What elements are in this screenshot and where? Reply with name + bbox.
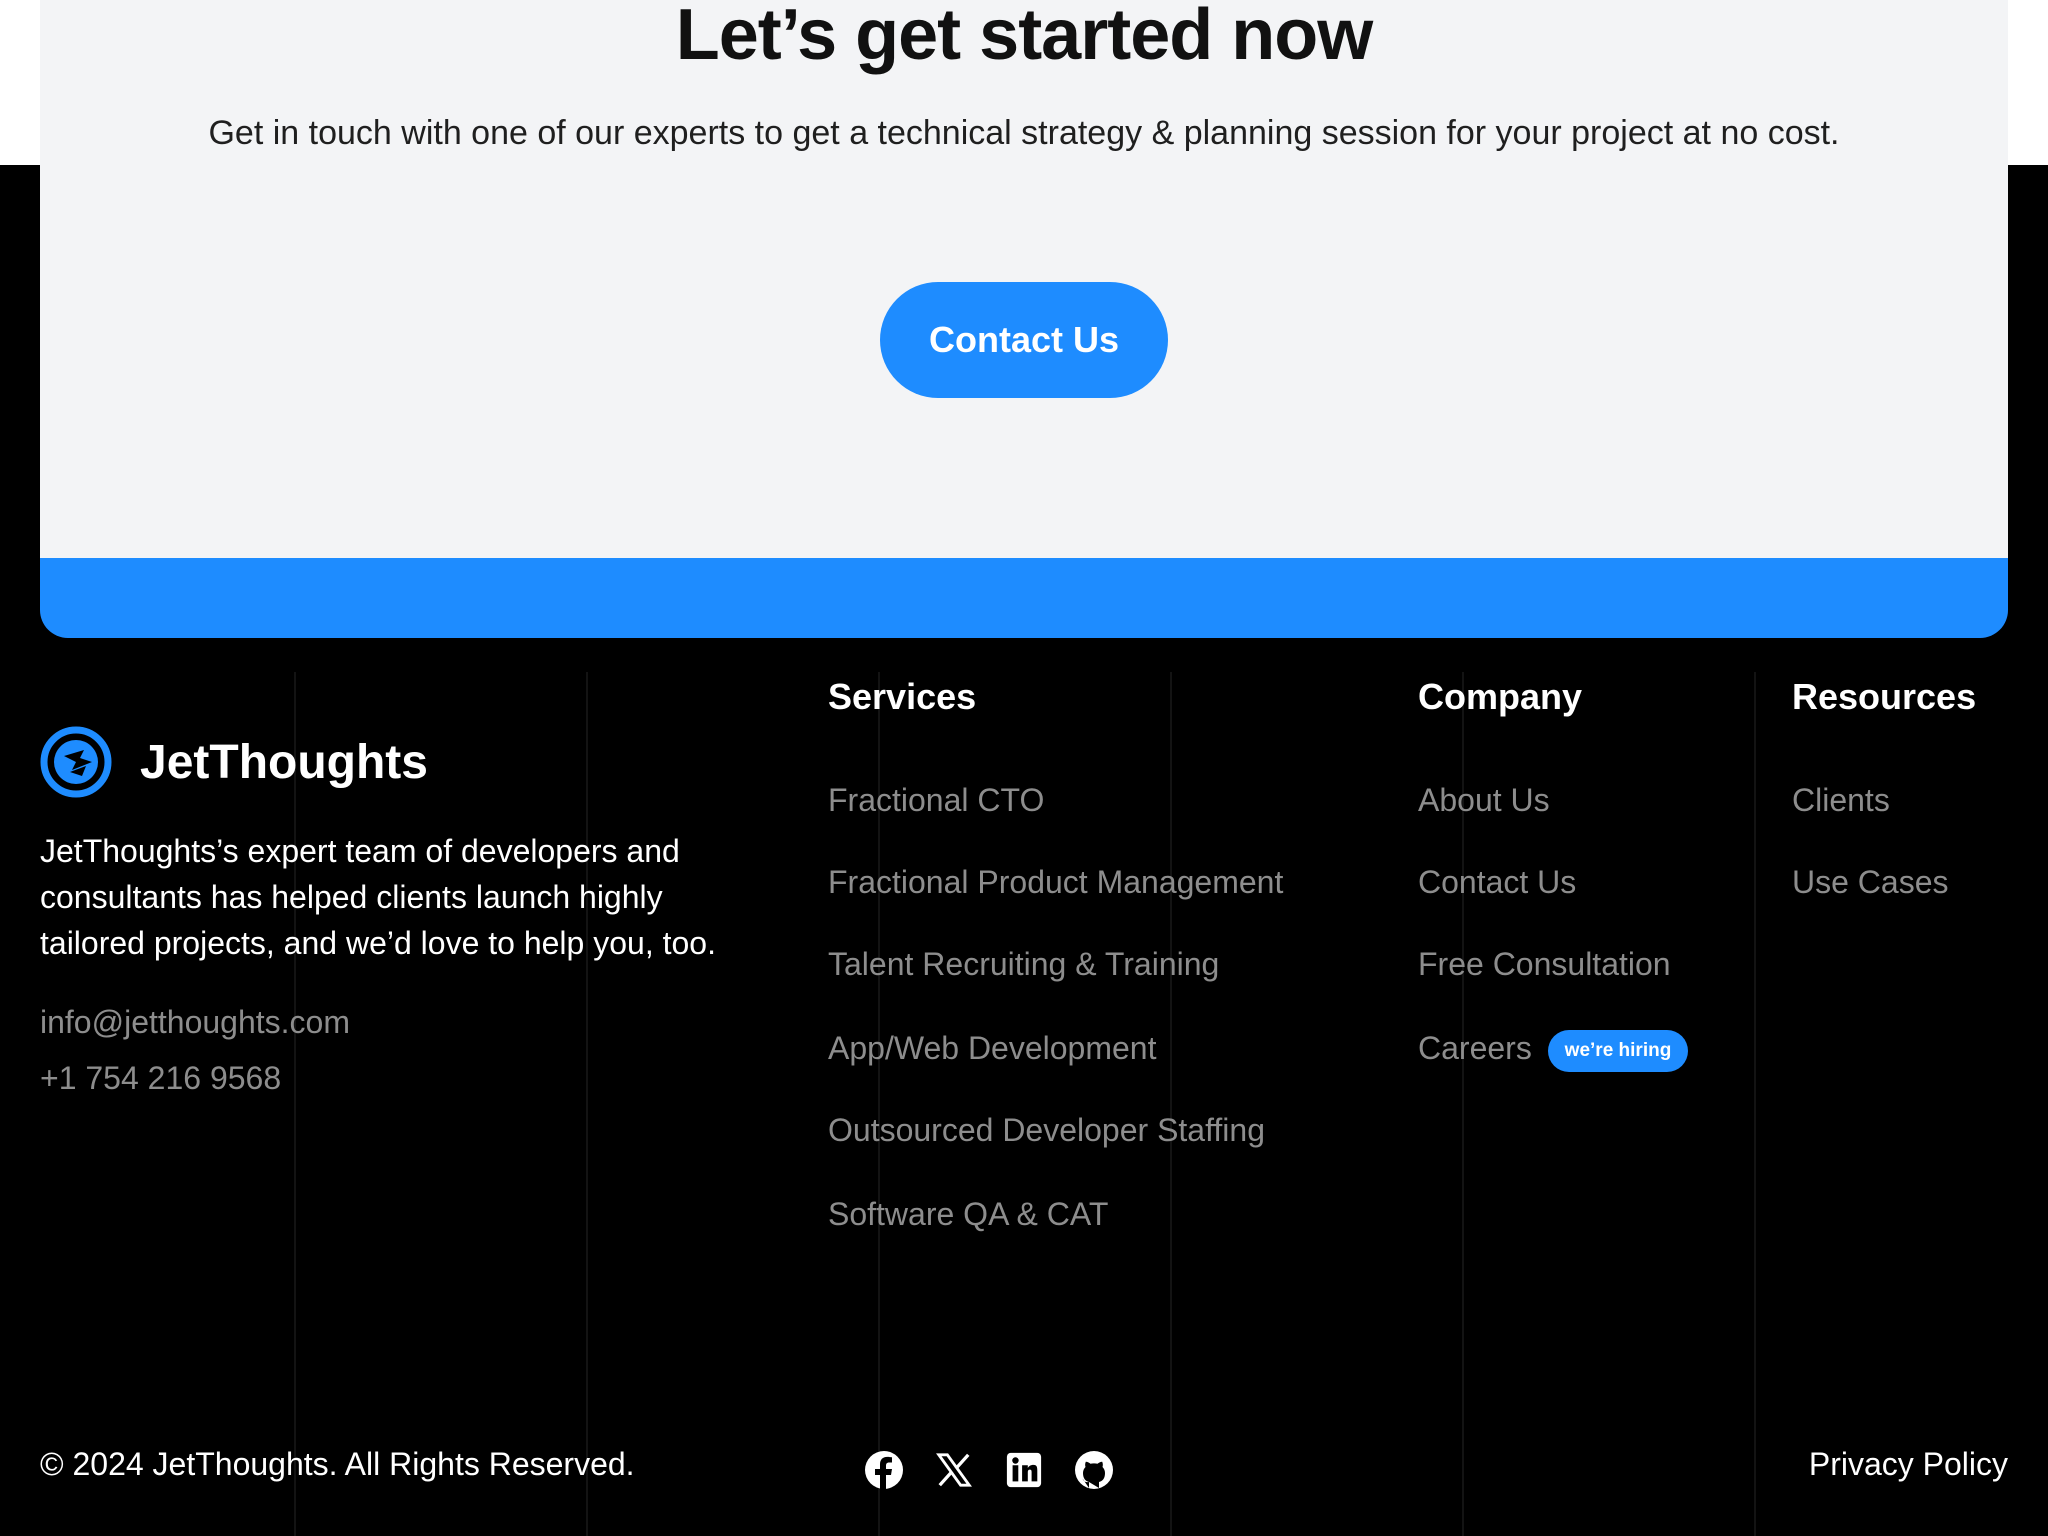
cta-title: Let’s get started now [675, 0, 1373, 75]
phone-link[interactable]: +1 754 216 9568 [40, 1060, 281, 1097]
services-link[interactable]: Software QA & CAT [828, 1196, 1108, 1233]
copyright-text: © 2024 JetThoughts. All Rights Reserved. [40, 1446, 635, 1482]
services-link[interactable]: Outsourced Developer Staffing [828, 1112, 1265, 1149]
brand-description: JetThoughts’s expert team of developers … [40, 833, 716, 961]
brand-name: JetThoughts [140, 735, 428, 789]
x-icon[interactable] [932, 1448, 976, 1492]
grid-line [1170, 672, 1172, 1536]
grid-line [586, 672, 588, 1536]
privacy-policy-link[interactable]: Privacy Policy [1809, 1446, 2008, 1483]
resources-link-use-cases[interactable]: Use Cases [1792, 864, 1949, 901]
facebook-icon[interactable] [862, 1448, 906, 1492]
jetthoughts-logo-icon [40, 726, 112, 798]
services-link[interactable]: Fractional CTO [828, 782, 1044, 819]
company-link-contact-us[interactable]: Contact Us [1418, 864, 1576, 901]
email-link[interactable]: info@jetthoughts.com [40, 1004, 350, 1041]
services-link[interactable]: Fractional Product Management [828, 864, 1283, 901]
cta-subtitle: Get in touch with one of our experts to … [208, 114, 1840, 152]
cta-inner: Let’s get started now Get in touch with … [40, 0, 2008, 558]
grid-line [294, 672, 296, 1536]
footer-brand[interactable]: JetThoughts [40, 726, 428, 798]
services-link[interactable]: Talent Recruiting & Training [828, 946, 1219, 983]
company-heading: Company [1418, 676, 1583, 717]
grid-line [1754, 672, 1756, 1536]
contact-us-button[interactable]: Contact Us [880, 282, 1168, 398]
services-heading: Services [828, 676, 977, 717]
resources-heading: Resources [1792, 676, 1977, 717]
hiring-badge[interactable]: we’re hiring [1548, 1030, 1688, 1072]
company-link-about-us[interactable]: About Us [1418, 782, 1550, 819]
github-icon[interactable] [1072, 1448, 1116, 1492]
resources-link-clients[interactable]: Clients [1792, 782, 1890, 819]
company-link-free-consultation[interactable]: Free Consultation [1418, 946, 1671, 983]
company-link-careers[interactable]: Careers [1418, 1030, 1532, 1067]
services-link[interactable]: App/Web Development [828, 1030, 1156, 1067]
cta-card: Let’s get started now Get in touch with … [40, 0, 2008, 638]
linkedin-icon[interactable] [1002, 1448, 1046, 1492]
